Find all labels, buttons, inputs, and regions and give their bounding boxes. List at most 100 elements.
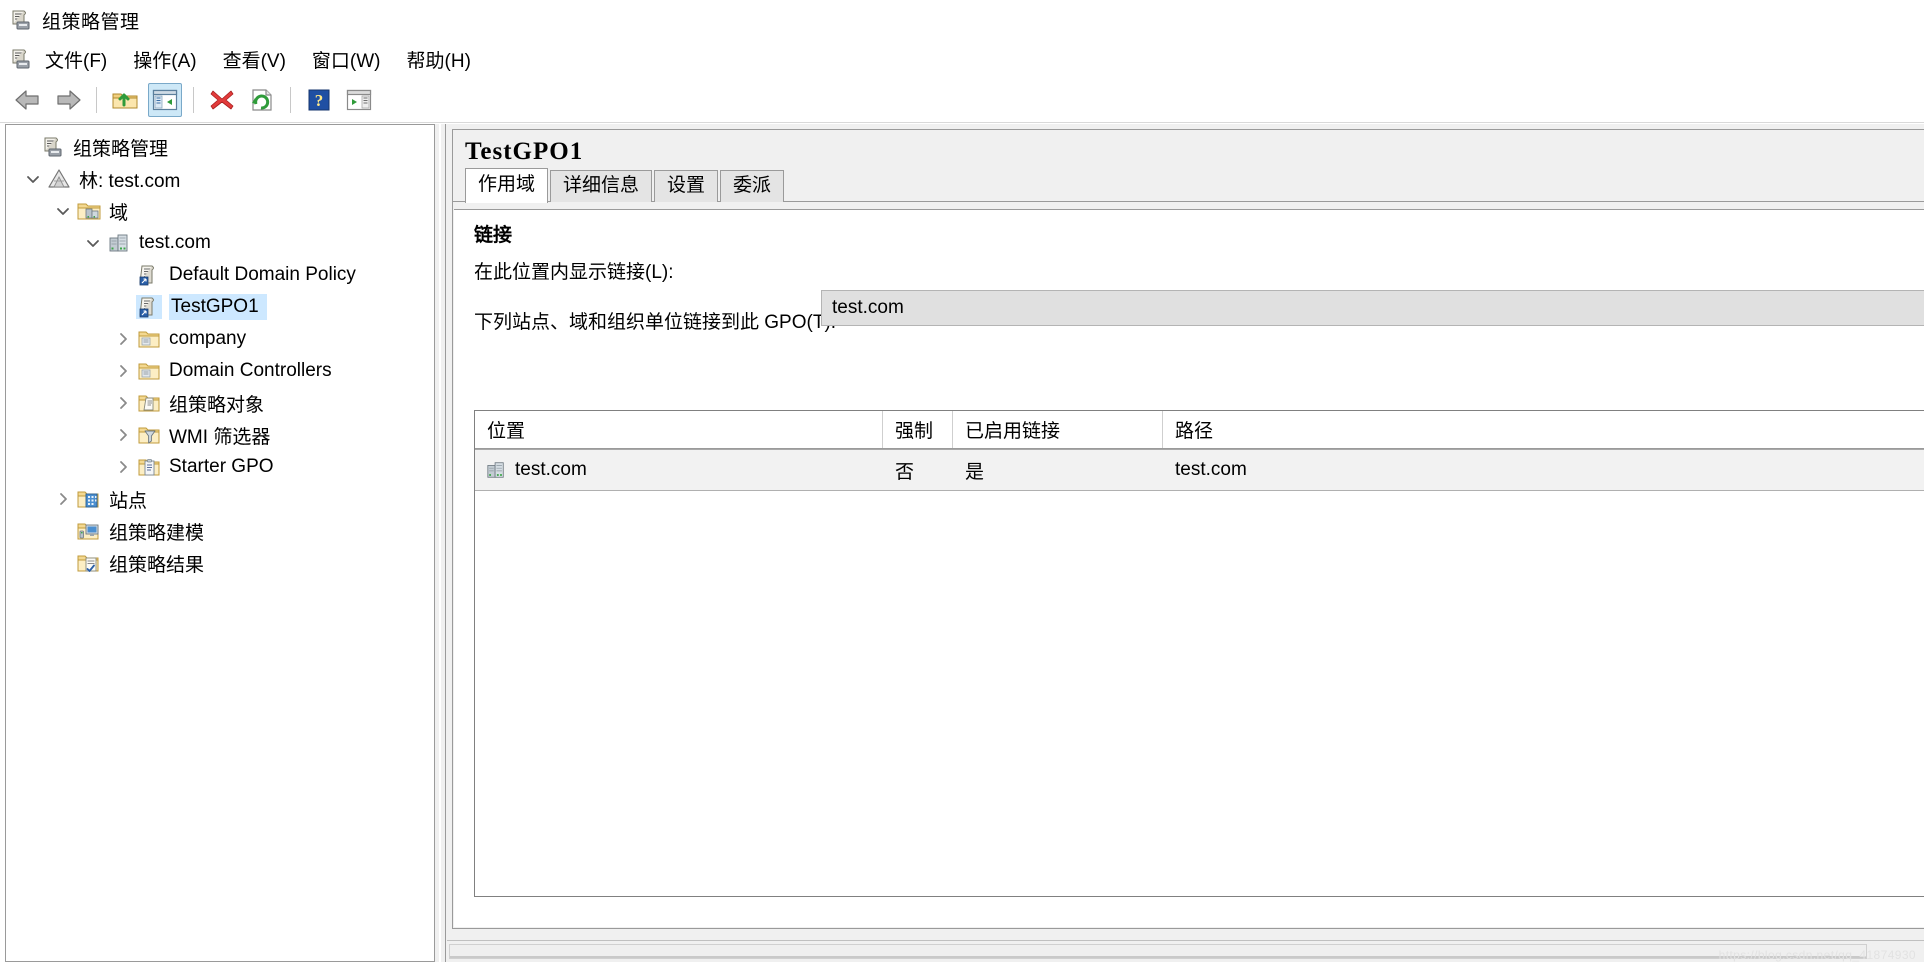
cell-location-text: test.com <box>515 459 587 480</box>
tree-node-group-policy-management[interactable]: 组策略管理 <box>6 131 434 163</box>
tab-details[interactable]: 详细信息 <box>550 170 653 202</box>
tree-node-sites[interactable]: 站点 <box>6 483 434 515</box>
cell-enforced: 否 <box>895 461 915 483</box>
menu-help[interactable]: 帮助(H) <box>394 44 484 75</box>
toolbar-back[interactable] <box>11 83 45 117</box>
tree-node-default-domain-policy[interactable]: Default Domain Policy <box>6 259 434 291</box>
tree-node-ou-domain-controllers[interactable]: Domain Controllers <box>6 355 434 387</box>
grid-header-row: 位置 强制 已启用链接 路径 <box>475 411 1924 449</box>
console-tree: 组策略管理 林: test.com 域 test.com Default Dom… <box>6 125 434 579</box>
sites-folder-icon <box>76 487 102 511</box>
tree-node-label: TestGPO1 <box>169 294 267 320</box>
tab-delegation[interactable]: 委派 <box>720 170 785 202</box>
tree-node-domains[interactable]: 域 <box>6 195 434 227</box>
twisty-collapsed-icon[interactable] <box>50 483 76 515</box>
mmc-console-icon <box>40 135 66 159</box>
tree-node-label: 域 <box>109 202 129 224</box>
twisty-collapsed-icon[interactable] <box>110 387 136 419</box>
pane-splitter[interactable] <box>435 124 445 962</box>
tree-node-gp-results[interactable]: 组策略结果 <box>6 547 434 579</box>
tree-node-gpo-container[interactable]: 组策略对象 <box>6 387 434 419</box>
svg-text:?: ? <box>315 91 324 110</box>
toolbar-separator-1 <box>96 87 97 113</box>
domain-icon <box>485 460 507 480</box>
toolbar-show-hide-action-pane[interactable] <box>342 83 376 117</box>
tree-node-label: 林: test.com <box>79 170 181 192</box>
column-header-path[interactable]: 路径 <box>1163 411 1924 448</box>
group-policy-management-window: 组策略管理 文件(F) 操作(A) 查看(V) 窗口(W) 帮助(H) ? 组策… <box>0 0 1924 966</box>
twisty-collapsed-icon[interactable] <box>110 451 136 483</box>
links-section-heading: 链接 <box>474 225 513 246</box>
mmc-console-icon <box>10 48 32 70</box>
gp-results-icon <box>76 551 102 575</box>
mmc-console-icon <box>10 9 32 31</box>
gpo-link-icon <box>136 295 162 319</box>
menu-bar: 文件(F) 操作(A) 查看(V) 窗口(W) 帮助(H) <box>0 40 1924 78</box>
twisty-expanded-icon[interactable] <box>20 163 46 195</box>
column-header-link-enabled[interactable]: 已启用链接 <box>953 411 1163 448</box>
toolbar-show-hide-tree[interactable] <box>148 83 182 117</box>
twisty-collapsed-icon[interactable] <box>110 323 136 355</box>
display-links-label: 在此位置内显示链接(L): <box>474 262 674 283</box>
tree-node-label: Starter GPO <box>169 456 274 477</box>
toolbar: ? <box>0 78 1924 123</box>
menu-window[interactable]: 窗口(W) <box>299 44 394 75</box>
tree-node-testgpo1[interactable]: TestGPO1 <box>6 291 434 323</box>
toolbar-forward[interactable] <box>51 83 85 117</box>
display-links-combobox[interactable]: test.com <box>821 290 1924 326</box>
cell-path: test.com <box>1175 459 1247 480</box>
window-title: 组策略管理 <box>42 11 140 33</box>
domain-icon <box>106 231 132 255</box>
page-title: TestGPO1 <box>465 138 584 165</box>
table-row[interactable]: test.com 否 是 test.com <box>475 449 1924 491</box>
twisty-expanded-icon[interactable] <box>80 227 106 259</box>
cell-location: test.com <box>475 450 883 490</box>
details-pane: TestGPO1 作用域 详细信息 设置 委派 链接 在此位置内显示链接(L):… <box>445 124 1924 962</box>
display-links-row: 在此位置内显示链接(L): test.com <box>454 255 1924 326</box>
gp-modeling-icon <box>76 519 102 543</box>
tree-node-wmi-filters[interactable]: WMI 筛选器 <box>6 419 434 451</box>
menu-file[interactable]: 文件(F) <box>32 44 120 75</box>
ou-folder-icon <box>136 359 162 383</box>
tab-strip: 作用域 详细信息 设置 委派 <box>453 168 1924 203</box>
tree-node-label: 组策略管理 <box>73 138 169 160</box>
toolbar-separator-2 <box>193 87 194 113</box>
toolbar-up-one-level[interactable] <box>108 83 142 117</box>
tab-settings[interactable]: 设置 <box>654 170 719 202</box>
tree-node-ou-company[interactable]: company <box>6 323 434 355</box>
linked-objects-grid[interactable]: 位置 强制 已启用链接 路径 test.com 否 是 test.com <box>474 410 1924 897</box>
column-header-enforced[interactable]: 强制 <box>883 411 953 448</box>
tree-node-forest[interactable]: 林: test.com <box>6 163 434 195</box>
toolbar-delete[interactable] <box>205 83 239 117</box>
display-links-label-wrap: 在此位置内显示链接(L): <box>454 255 1924 290</box>
twisty-collapsed-icon[interactable] <box>110 355 136 387</box>
tree-node-label: Domain Controllers <box>169 360 332 381</box>
title-bar: 组策略管理 <box>0 0 1924 40</box>
menu-action[interactable]: 操作(A) <box>120 44 209 75</box>
tree-node-label: 组策略建模 <box>109 522 205 544</box>
twisty-none <box>110 259 136 291</box>
tree-node-starter-gpo[interactable]: Starter GPO <box>6 451 434 483</box>
toolbar-separator-3 <box>290 87 291 113</box>
tree-node-domain-testcom[interactable]: test.com <box>6 227 434 259</box>
tree-node-label: WMI 筛选器 <box>169 426 271 448</box>
domains-folder-icon <box>76 199 102 223</box>
scrollbar-thumb[interactable] <box>449 944 1867 959</box>
toolbar-help[interactable]: ? <box>302 83 336 117</box>
tab-scope[interactable]: 作用域 <box>465 168 549 203</box>
menu-view[interactable]: 查看(V) <box>210 44 299 75</box>
twisty-none <box>50 515 76 547</box>
gpo-detail-frame: TestGPO1 作用域 详细信息 设置 委派 链接 在此位置内显示链接(L):… <box>452 129 1924 929</box>
tree-node-label: 组策略结果 <box>109 554 205 576</box>
twisty-expanded-icon[interactable] <box>50 195 76 227</box>
column-header-location[interactable]: 位置 <box>475 411 883 448</box>
twisty-none <box>50 547 76 579</box>
twisty-none <box>14 131 40 163</box>
tree-node-gp-modeling[interactable]: 组策略建模 <box>6 515 434 547</box>
horizontal-scrollbar[interactable] <box>447 940 1924 962</box>
tree-node-label: 站点 <box>109 490 148 512</box>
toolbar-refresh[interactable] <box>245 83 279 117</box>
gpo-container-icon <box>136 391 162 415</box>
forest-icon <box>46 167 72 191</box>
twisty-collapsed-icon[interactable] <box>110 419 136 451</box>
